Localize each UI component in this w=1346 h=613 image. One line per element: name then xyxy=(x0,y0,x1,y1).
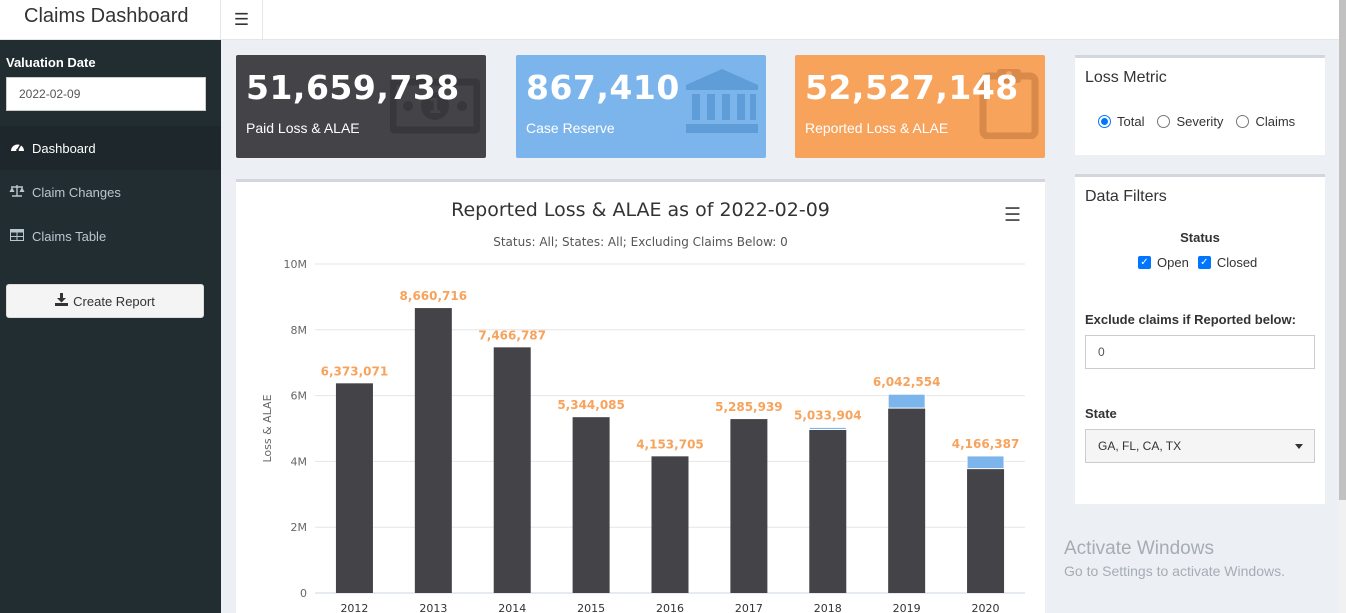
scrollbar-thumb[interactable] xyxy=(1339,0,1346,500)
radio-total[interactable] xyxy=(1098,115,1111,128)
bar-segment xyxy=(967,468,1005,593)
data-filters-title: Data Filters xyxy=(1085,188,1167,205)
download-icon xyxy=(55,293,69,309)
y-tick-label: 8M xyxy=(291,324,308,337)
sidebar: Valuation Date 2022-02-09 Dashboard Clai… xyxy=(0,40,221,613)
bar-chart: 0 2M 4M 6M 8M 10M Loss & ALAE 6,373,071 2012 8,66… xyxy=(261,258,1025,613)
checkbox-label[interactable]: Open xyxy=(1157,255,1189,270)
radio-claims[interactable] xyxy=(1236,115,1250,128)
sidebar-item-label: Claims Table xyxy=(32,228,107,244)
radio-label[interactable]: Severity xyxy=(1176,114,1223,129)
dashboard-icon xyxy=(9,140,25,156)
checkbox-label[interactable]: Closed xyxy=(1217,255,1257,270)
app-title: Claims Dashboard xyxy=(0,0,221,40)
sidebar-item-claim-changes[interactable]: Claim Changes xyxy=(0,170,221,214)
reported-loss-value: 52,527,148 xyxy=(805,68,1019,107)
loss-metric-title: Loss Metric xyxy=(1085,69,1167,86)
x-tick-label: 2012 xyxy=(340,602,368,613)
data-label: 8,660,716 xyxy=(400,289,468,303)
bar-segment xyxy=(572,417,610,593)
bar-segment xyxy=(966,455,1005,470)
paid-loss-label: Paid Loss & ALAE xyxy=(246,120,360,136)
case-reserve-value: 867,410 xyxy=(526,68,680,107)
watermark-title: Activate Windows xyxy=(1064,538,1214,559)
x-tick-label: 2016 xyxy=(656,602,684,613)
case-reserve-label: Case Reserve xyxy=(526,120,615,136)
x-tick-label: 2013 xyxy=(419,602,447,613)
header-bar: ☰ xyxy=(221,0,1339,40)
valuation-date-input[interactable]: 2022-02-09 xyxy=(6,77,206,111)
status-options: ✓ Open ✓ Closed xyxy=(1138,255,1266,270)
y-tick-label: 6M xyxy=(291,390,308,403)
activate-windows-watermark: Activate Windows Go to Settings to activ… xyxy=(1064,538,1285,579)
x-tick-label: 2015 xyxy=(577,602,605,613)
sidebar-item-label: Dashboard xyxy=(32,140,96,156)
bar-segment xyxy=(335,383,373,593)
state-select-value: GA, FL, CA, TX xyxy=(1098,439,1182,453)
y-tick-label: 4M xyxy=(291,455,308,468)
create-report-button[interactable]: Create Report xyxy=(6,284,204,318)
bar-segment xyxy=(808,426,847,430)
sidebar-item-label: Claim Changes xyxy=(32,184,121,200)
exclude-label: Exclude claims if Reported below: xyxy=(1085,312,1296,327)
y-tick-label: 2M xyxy=(291,521,308,534)
paid-loss-value: 51,659,738 xyxy=(246,68,460,107)
bar-segment xyxy=(493,347,531,593)
bar-segment xyxy=(887,393,926,409)
data-label: 7,466,787 xyxy=(478,328,546,342)
bar-segment xyxy=(888,408,926,593)
bar-segment xyxy=(730,419,768,593)
state-select[interactable]: GA, FL, CA, TX xyxy=(1085,429,1315,463)
exclude-threshold-input[interactable]: 0 xyxy=(1085,335,1315,369)
data-label: 5,285,939 xyxy=(715,400,783,414)
x-tick-label: 2020 xyxy=(972,602,1000,613)
bank-icon xyxy=(684,67,760,140)
bar-segment xyxy=(809,429,847,593)
bar-segment xyxy=(414,308,452,593)
hamburger-icon[interactable]: ☰ xyxy=(221,0,263,39)
loss-metric-panel: Loss Metric Total Severity Claims xyxy=(1075,55,1325,155)
chart-box: Reported Loss & ALAE as of 2022-02-09 St… xyxy=(236,179,1045,613)
create-report-label: Create Report xyxy=(73,293,155,309)
chevron-down-icon xyxy=(1295,444,1303,449)
x-tick-label: 2018 xyxy=(814,602,842,613)
data-label: 6,042,554 xyxy=(873,375,941,389)
data-label: 5,033,904 xyxy=(794,408,862,422)
radio-label[interactable]: Total xyxy=(1117,114,1144,129)
case-reserve-value-box: 867,410 Case Reserve xyxy=(516,55,766,158)
radio-severity[interactable] xyxy=(1157,115,1171,128)
data-label: 4,166,387 xyxy=(952,437,1020,451)
data-label: 4,153,705 xyxy=(636,437,704,451)
table-icon xyxy=(9,228,25,244)
data-label: 5,344,085 xyxy=(557,398,625,412)
data-filters-panel: Data Filters Status ✓ Open ✓ Closed Excl… xyxy=(1075,174,1325,504)
valuation-date-label: Valuation Date xyxy=(6,55,96,70)
reported-loss-label: Reported Loss & ALAE xyxy=(805,120,949,136)
page-scrollbar[interactable] xyxy=(1339,0,1346,613)
status-label: Status xyxy=(1180,230,1220,245)
x-tick-label: 2017 xyxy=(735,602,763,613)
data-label: 6,373,071 xyxy=(321,364,389,378)
radio-label[interactable]: Claims xyxy=(1255,114,1295,129)
y-tick-label: 10M xyxy=(284,258,308,271)
y-axis-label: Loss & ALAE xyxy=(261,394,274,462)
reported-loss-value-box: 52,527,148 Reported Loss & ALAE xyxy=(795,55,1045,158)
watermark-subtitle: Go to Settings to activate Windows. xyxy=(1064,563,1285,579)
x-tick-label: 2019 xyxy=(893,602,921,613)
y-tick-label: 0 xyxy=(300,587,307,600)
checkbox-open[interactable]: ✓ xyxy=(1138,256,1151,269)
loss-metric-options: Total Severity Claims xyxy=(1098,114,1308,129)
paid-loss-value-box: 1 51,659,738 Paid Loss & ALAE xyxy=(236,55,486,158)
checkbox-closed[interactable]: ✓ xyxy=(1197,256,1211,269)
x-tick-label: 2014 xyxy=(498,602,526,613)
sidebar-item-dashboard[interactable]: Dashboard xyxy=(0,126,221,170)
balance-scale-icon xyxy=(9,184,25,200)
bar-segment xyxy=(651,456,689,593)
state-label: State xyxy=(1085,406,1117,421)
sidebar-item-claims-table[interactable]: Claims Table xyxy=(0,214,221,258)
